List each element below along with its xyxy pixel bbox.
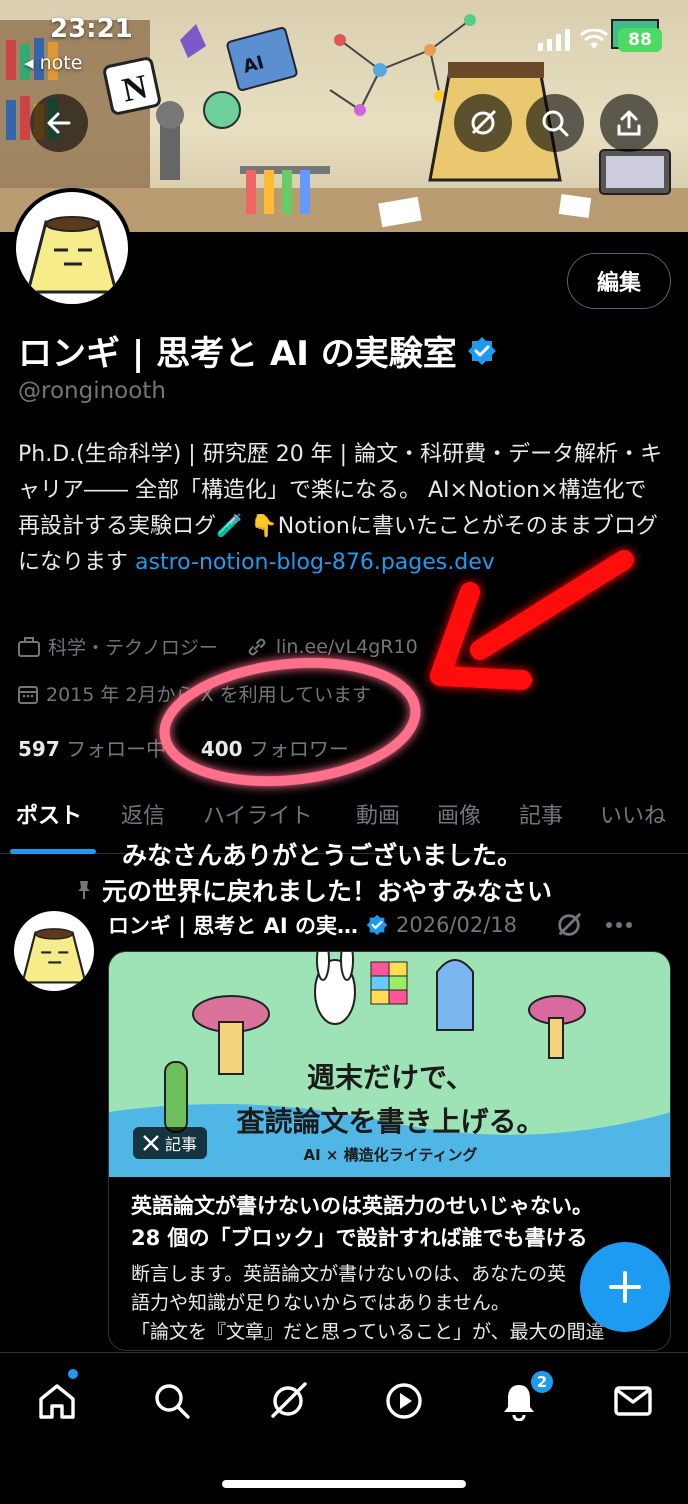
nav-messages[interactable] xyxy=(605,1373,661,1429)
grok-post-icon[interactable] xyxy=(555,911,583,939)
profile-link[interactable]: lin.ee/vL4gR10 xyxy=(276,636,418,658)
avatar-illustration-small xyxy=(21,928,87,984)
red-circle-annotation xyxy=(159,657,421,787)
nav-search[interactable] xyxy=(144,1373,200,1429)
pinned-icon xyxy=(76,880,92,904)
post-date[interactable]: 2026/02/18 xyxy=(396,913,517,937)
tab-likes[interactable]: いいね xyxy=(600,798,666,830)
video-icon xyxy=(386,1383,422,1419)
calendar-icon xyxy=(18,685,38,704)
share-button[interactable] xyxy=(600,94,658,152)
messages-icon xyxy=(614,1386,652,1416)
grok-button[interactable] xyxy=(454,94,512,152)
compose-post-button[interactable] xyxy=(580,1242,670,1332)
nav-grok[interactable] xyxy=(260,1373,316,1429)
link-icon xyxy=(248,638,266,655)
tab-posts[interactable]: ポスト xyxy=(16,798,82,830)
post-author-avatar[interactable] xyxy=(14,911,94,991)
signal-icon xyxy=(538,29,570,51)
status-bar: 23:21 ◂ note 88 xyxy=(0,0,688,90)
display-name-text: ロンギ | 思考と AI の実験室 xyxy=(18,334,457,374)
back-icon xyxy=(47,112,71,134)
x-logo-icon xyxy=(143,1135,159,1151)
card-title-line-2: 28 個の「ブロック」で設計すれば誰でも書ける xyxy=(131,1226,588,1250)
pin-icon xyxy=(78,881,90,899)
tab-highlights[interactable]: ハイライト xyxy=(203,798,313,830)
following-count: 597 xyxy=(18,737,60,761)
card-body-line-3: 「論文を『文章』だと思っていること」が、最大の間違 xyxy=(131,1321,605,1343)
followers-link[interactable]: 400 フォロワー xyxy=(201,737,349,761)
profile-joined-date: 2015 年 2月から X を利用しています xyxy=(46,684,372,706)
overlay-caption-line-2: 元の世界に戻れました！おやすみなさい xyxy=(102,877,553,906)
bio-link[interactable]: astro-notion-blog-876.pages.dev xyxy=(135,550,495,575)
tab-articles[interactable]: 記事 xyxy=(519,798,563,830)
search-button[interactable] xyxy=(526,94,584,152)
article-badge-label: 記事 xyxy=(165,1135,198,1154)
follow-stats: 597 フォロー中 400 フォロワー xyxy=(18,733,349,762)
article-card-text: 英語論文が書けないのは英語力のせいじゃない。 28 個の「ブロック」で設計すれば… xyxy=(131,1190,661,1347)
following-link[interactable]: 597 フォロー中 xyxy=(18,737,166,761)
profile-display-name: ロンギ | 思考と AI の実験室 xyxy=(18,326,497,375)
wifi-icon xyxy=(580,29,608,49)
search-icon xyxy=(155,1384,190,1419)
share-icon xyxy=(617,110,641,136)
followers-count: 400 xyxy=(200,737,243,761)
active-tab-indicator xyxy=(10,849,96,854)
card-headline-1: 週末だけで、 xyxy=(307,1061,474,1094)
verified-badge-icon xyxy=(366,914,388,936)
profile-joined-row: 2015 年 2月から X を利用しています xyxy=(18,680,371,707)
card-title-line-1: 英語論文が書けないのは英語力のせいじゃない。 xyxy=(131,1194,593,1218)
profile-meta-row: 科学・テクノロジー lin.ee/vL4gR10 xyxy=(18,633,418,660)
nav-video[interactable] xyxy=(376,1373,432,1429)
post-author-name[interactable]: ロンギ | 思考と AI の実… xyxy=(108,910,358,940)
tab-photos[interactable]: 画像 xyxy=(437,798,481,830)
briefcase-icon xyxy=(18,636,40,657)
verified-badge-icon[interactable] xyxy=(467,336,497,366)
more-options-icon[interactable] xyxy=(605,920,633,930)
status-icons: 88 xyxy=(538,28,662,52)
back-to-app-link[interactable]: ◂ note xyxy=(24,52,82,74)
overlay-caption-line-1: みなさんありがとうございました。 xyxy=(122,841,523,870)
followers-label: フォロワー xyxy=(242,737,349,761)
home-unread-dot xyxy=(68,1369,78,1379)
edit-profile-button[interactable]: 編集 xyxy=(567,253,671,309)
article-badge: 記事 xyxy=(133,1127,208,1159)
plus-icon xyxy=(609,1271,641,1303)
post-header: ロンギ | 思考と AI の実… 2026/02/18 xyxy=(108,910,633,940)
profile-avatar[interactable] xyxy=(12,188,132,308)
tab-replies[interactable]: 返信 xyxy=(121,798,165,830)
home-indicator-bar[interactable] xyxy=(222,1480,466,1488)
status-time: 23:21 xyxy=(50,14,133,44)
sync-icon xyxy=(471,109,497,135)
back-button[interactable] xyxy=(30,94,88,152)
tab-videos[interactable]: 動画 xyxy=(356,798,400,830)
profile-category: 科学・テクノロジー xyxy=(48,637,218,659)
following-label: フォロー中 xyxy=(59,737,167,761)
search-icon xyxy=(542,110,569,137)
profile-handle: @ronginooth xyxy=(18,378,166,404)
grok-icon xyxy=(271,1382,307,1418)
home-icon xyxy=(39,1384,75,1419)
article-card-image: 週末だけで、 査読論文を書き上げる。 AI × 構造化ライティング 記事 xyxy=(109,952,670,1177)
profile-bio: Ph.D.(生命科学) | 研究歴 20 年 | 論文・科研費・データ解析・キャ… xyxy=(18,437,668,581)
notification-count-badge: 2 xyxy=(529,1369,555,1395)
nav-home[interactable] xyxy=(29,1373,85,1429)
avatar-illustration xyxy=(26,216,118,294)
battery-indicator: 88 xyxy=(618,28,662,52)
